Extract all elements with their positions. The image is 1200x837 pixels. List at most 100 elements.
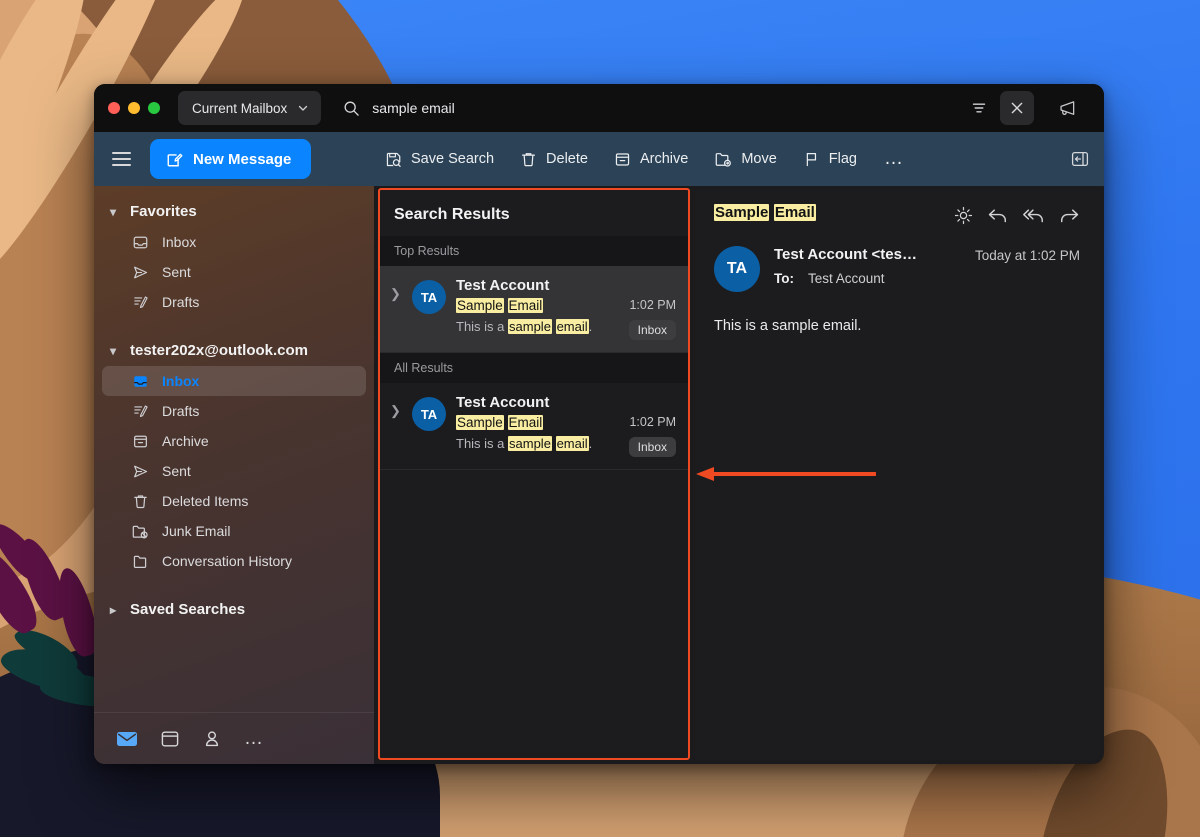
mail-icon[interactable] — [116, 730, 138, 748]
toolbar-overflow-button[interactable]: … — [872, 141, 917, 177]
archive-label: Archive — [640, 151, 688, 167]
table-row[interactable]: ❯ TA Test Account Sample Email This is a… — [380, 383, 688, 470]
save-search-label: Save Search — [411, 151, 494, 167]
sidebar-item-label: Sent — [162, 463, 191, 479]
sidebar-item-archive[interactable]: Archive — [102, 426, 366, 456]
preview-tail: . — [589, 319, 593, 334]
search-bar[interactable] — [321, 91, 962, 125]
sidebar-item-junk-email[interactable]: Junk Email — [102, 516, 366, 546]
inbox-icon — [130, 373, 150, 390]
message-summary: Test Account Sample Email This is a samp… — [456, 393, 600, 457]
sidebar-item-label: Junk Email — [162, 523, 230, 539]
reading-pane-actions — [954, 204, 1080, 230]
drafts-icon — [130, 294, 150, 311]
sidebar-group-favorites[interactable]: ▾ Favorites — [94, 196, 374, 227]
sidebar-item-label: Inbox — [162, 373, 199, 389]
sidebar-item-favorites-drafts[interactable]: Drafts — [102, 287, 366, 317]
search-input[interactable] — [372, 100, 792, 116]
search-icon — [343, 100, 360, 117]
save-search-button[interactable]: Save Search — [374, 141, 505, 177]
message-list-panel[interactable]: Search Results Top Results ❯ TA Test Acc… — [378, 188, 690, 760]
status-badge: Inbox — [629, 320, 676, 340]
chevron-right-icon[interactable]: ❯ — [390, 393, 402, 457]
new-message-button[interactable]: New Message — [150, 139, 311, 179]
mailbox-scope-dropdown[interactable]: Current Mailbox — [178, 91, 321, 125]
sidebar-item-favorites-sent[interactable]: Sent — [102, 257, 366, 287]
panel-toggle-button[interactable] — [1070, 149, 1104, 169]
junk-icon — [130, 523, 150, 540]
reply-all-icon[interactable] — [1022, 206, 1045, 230]
chevron-right-icon[interactable]: ❯ — [390, 276, 402, 340]
reading-pane-header: Sample Email — [714, 204, 1080, 230]
sidebar: ▾ Favorites Inbox — [94, 186, 374, 764]
window-body: ▾ Favorites Inbox — [94, 186, 1104, 764]
window-titlebar: Current Mailbox — [94, 84, 1104, 132]
megaphone-icon[interactable] — [1038, 99, 1094, 117]
drafts-icon — [130, 403, 150, 420]
sidebar-item-favorites-inbox[interactable]: Inbox — [102, 227, 366, 257]
trash-icon — [520, 151, 537, 168]
calendar-icon[interactable] — [160, 730, 180, 748]
sidebar-group-account-label: tester202x@outlook.com — [130, 342, 308, 359]
email-recipients: To: Test Account — [774, 271, 961, 286]
reply-icon[interactable] — [987, 206, 1008, 230]
sidebar-bottom-bar: … — [94, 712, 374, 764]
brightness-icon[interactable] — [954, 206, 973, 230]
sidebar-item-conversation-history[interactable]: Conversation History — [102, 546, 366, 576]
search-hit: email — [556, 436, 589, 451]
search-hit: sample — [508, 436, 552, 451]
status-badge: Inbox — [629, 437, 676, 457]
filter-icon[interactable] — [962, 91, 996, 125]
people-icon[interactable] — [202, 730, 222, 748]
message-preview: This is a sample email. — [456, 317, 600, 337]
move-folder-icon — [714, 150, 732, 168]
message-preview: This is a sample email. — [456, 434, 600, 454]
titlebar-right-controls — [962, 91, 1104, 125]
toggle-right-panel-icon — [1070, 149, 1090, 169]
email-sender[interactable]: Test Account <tes… — [774, 246, 961, 263]
move-button[interactable]: Move — [703, 141, 787, 177]
flag-button[interactable]: Flag — [792, 141, 868, 177]
delete-button[interactable]: Delete — [509, 141, 599, 177]
message-summary: Test Account Sample Email This is a samp… — [456, 276, 600, 340]
preview-tail: . — [589, 436, 593, 451]
sidebar-item-drafts[interactable]: Drafts — [102, 396, 366, 426]
hamburger-icon[interactable] — [104, 142, 138, 176]
sidebar-item-deleted-items[interactable]: Deleted Items — [102, 486, 366, 516]
archive-icon — [130, 433, 150, 450]
zoom-window-button[interactable] — [148, 102, 160, 114]
sent-icon — [130, 463, 150, 480]
close-window-button[interactable] — [108, 102, 120, 114]
search-hit: Email — [508, 415, 544, 430]
chevron-right-icon: ▸ — [106, 603, 120, 617]
avatar: TA — [412, 280, 446, 314]
annotation-arrow — [694, 466, 876, 482]
avatar: TA — [412, 397, 446, 431]
search-hit: Email — [774, 204, 816, 221]
message-time: 1:02 PM — [610, 415, 676, 429]
search-hit: Sample — [714, 204, 769, 221]
chevron-down-icon: ▾ — [106, 205, 120, 219]
forward-icon[interactable] — [1059, 206, 1080, 230]
sidebar-item-label: Deleted Items — [162, 493, 248, 509]
message-subject: Sample Email — [456, 413, 600, 433]
minimize-window-button[interactable] — [128, 102, 140, 114]
avatar: TA — [714, 246, 760, 292]
clear-search-close-icon[interactable] — [1000, 91, 1034, 125]
sidebar-item-sent[interactable]: Sent — [102, 456, 366, 486]
email-meta: TA Test Account <tes… To: Test Account T… — [714, 246, 1080, 292]
sidebar-group-favorites-label: Favorites — [130, 203, 197, 220]
sidebar-group-account[interactable]: ▾ tester202x@outlook.com — [94, 335, 374, 366]
archive-button[interactable]: Archive — [603, 141, 699, 177]
sidebar-group-saved-searches-label: Saved Searches — [130, 601, 245, 618]
table-row[interactable]: ❯ TA Test Account Sample Email This is a… — [380, 266, 688, 353]
mailbox-scope-label: Current Mailbox — [192, 101, 287, 116]
sidebar-item-inbox[interactable]: Inbox — [102, 366, 366, 396]
search-hit: sample — [508, 319, 552, 334]
sidebar-group-saved-searches[interactable]: ▸ Saved Searches — [94, 594, 374, 625]
sidebar-item-label: Sent — [162, 264, 191, 280]
search-hit: email — [556, 319, 589, 334]
search-hit: Sample — [456, 415, 504, 430]
action-toolbar: New Message Save Search — [94, 132, 1104, 186]
chevron-down-icon: ▾ — [106, 344, 120, 358]
